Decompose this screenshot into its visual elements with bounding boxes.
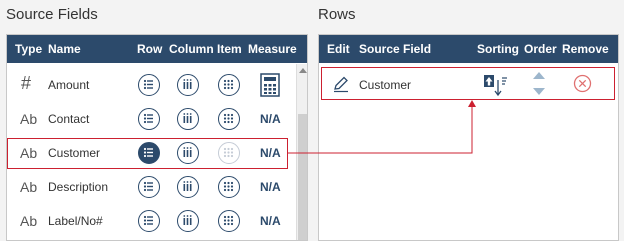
order-down-arrow-icon[interactable] [533,88,545,95]
column-bars-icon[interactable] [177,142,199,164]
item-grid-icon-disabled [218,142,240,164]
row-list-icon[interactable] [138,108,160,130]
column-bars-icon[interactable] [177,210,199,232]
measure-na: N/A [260,146,281,160]
row-list-icon[interactable] [138,210,160,232]
source-fields-title: Source Fields [6,6,98,23]
field-name: Amount [48,78,90,92]
row-list-icon-selected[interactable] [138,142,160,164]
header-name: Name [48,42,81,56]
field-row-amount[interactable]: # Amount [7,68,297,102]
rows-title: Rows [318,6,356,23]
field-row-description[interactable]: Ab Description N/A [7,170,297,204]
source-fields-header: Type Name Row Column Item Measure [7,35,307,63]
header-item: Item [217,42,242,56]
header-edit: Edit [327,42,350,56]
rows-panel: Edit Source Field Sorting Order Remove C… [318,34,619,241]
field-name: Customer [48,146,101,160]
vertical-scrollbar[interactable] [296,64,307,240]
item-grid-icon[interactable] [218,210,240,232]
column-bars-icon[interactable] [177,74,199,96]
measure-na: N/A [260,112,281,126]
calculator-icon[interactable] [260,73,280,97]
numeric-type-icon: # [21,73,32,93]
header-remove: Remove [562,42,609,56]
field-row-customer[interactable]: Ab Customer N/A [7,136,297,170]
rows-entry-customer[interactable]: Customer [319,68,618,102]
header-row: Row [137,42,163,56]
pencil-edit-icon[interactable] [332,75,350,93]
header-source-field: Source Field [359,42,432,56]
field-row-contact[interactable]: Ab Contact N/A [7,102,297,136]
measure-na: N/A [260,214,281,228]
scroll-thumb[interactable] [298,114,307,240]
text-type-icon: Ab [20,145,38,161]
rows-header: Edit Source Field Sorting Order Remove [319,35,618,63]
source-fields-panel: Type Name Row Column Item Measure # Amou… [6,34,308,241]
text-type-icon: Ab [20,179,38,195]
field-name: Contact [48,112,90,126]
text-type-icon: Ab [20,111,38,127]
column-bars-icon[interactable] [177,176,199,198]
row-source-field-name: Customer [359,78,412,92]
header-column: Column [169,42,214,56]
header-order: Order [524,42,557,56]
field-name: Description [48,180,109,194]
header-sorting: Sorting [477,42,519,56]
column-bars-icon[interactable] [177,108,199,130]
sort-ascending-icon[interactable] [483,72,509,98]
item-grid-icon[interactable] [218,74,240,96]
header-measure: Measure [248,42,297,56]
order-up-arrow-icon[interactable] [533,72,545,79]
field-row-label-no[interactable]: Ab Label/No# N/A [7,204,297,238]
row-list-icon[interactable] [138,74,160,96]
field-name: Label/No# [48,214,103,228]
measure-na: N/A [260,180,281,194]
item-grid-icon[interactable] [218,108,240,130]
item-grid-icon[interactable] [218,176,240,198]
text-type-icon: Ab [20,213,38,229]
remove-circle-icon[interactable] [573,74,592,93]
row-list-icon[interactable] [138,176,160,198]
header-type: Type [15,42,43,56]
scroll-up-arrow-icon[interactable] [299,68,307,73]
